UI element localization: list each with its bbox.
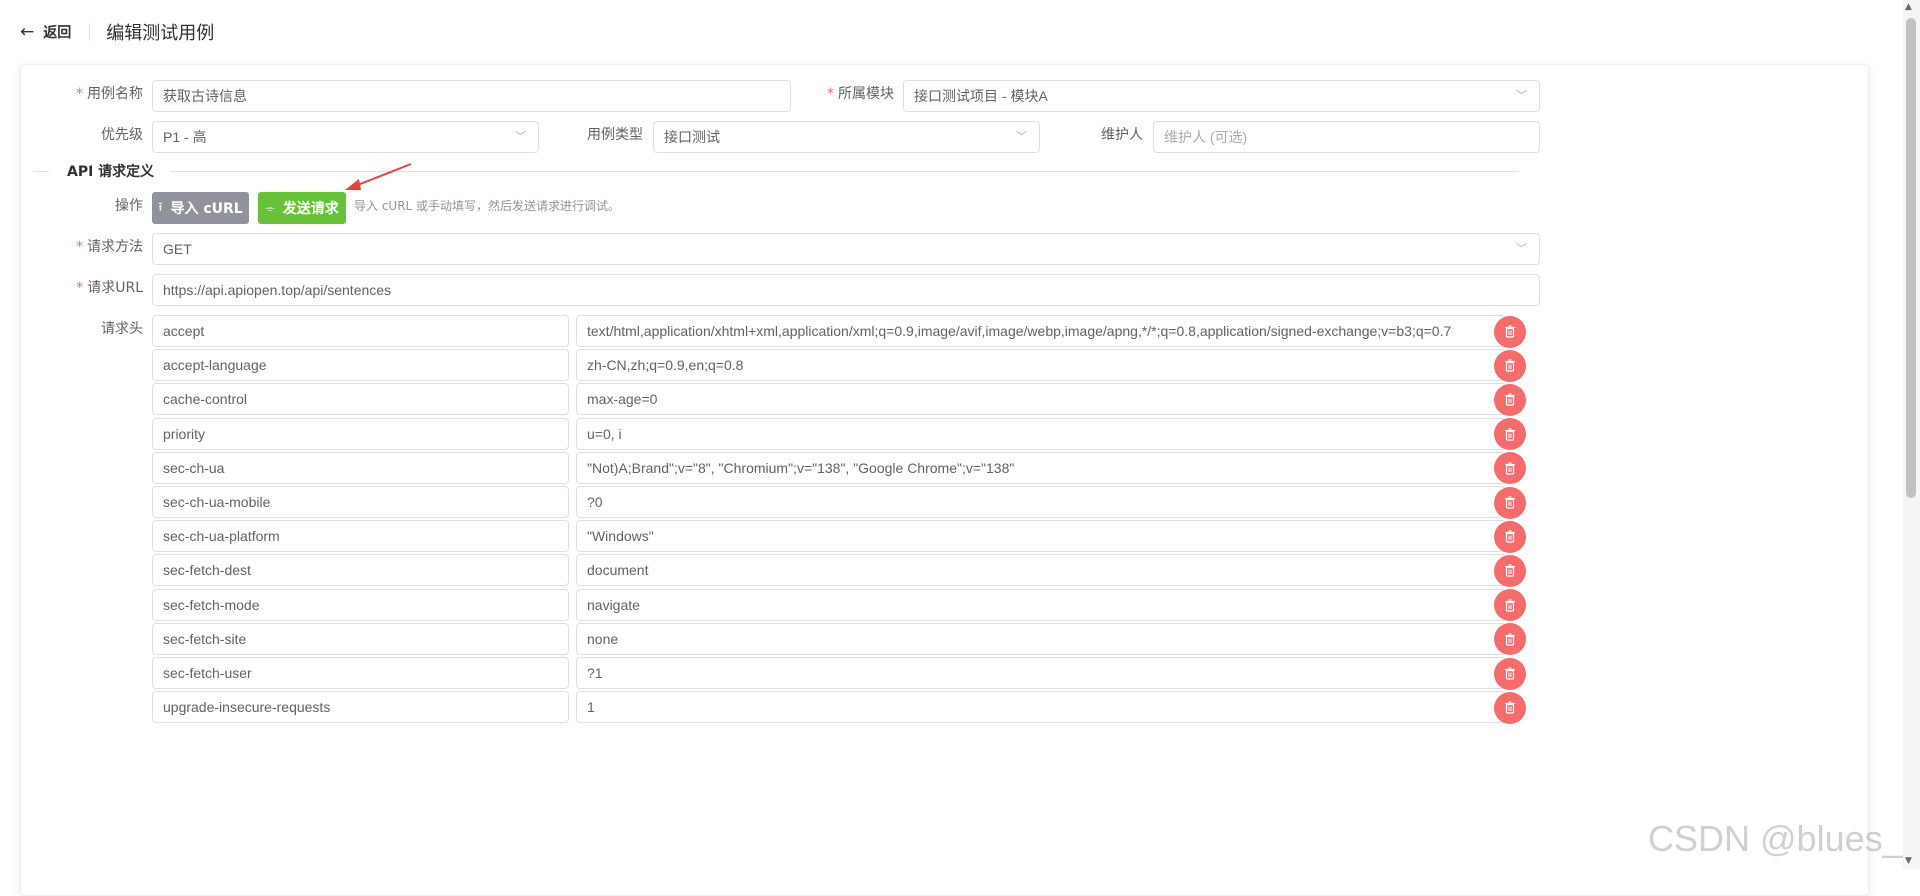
page-header: ← 返回 编辑测试用例 [0, 0, 1890, 64]
chevron-down-icon: ﹀ [1516, 243, 1527, 255]
header-value-input[interactable]: 1 [576, 691, 1506, 724]
header-value-input[interactable]: navigate [576, 588, 1506, 621]
arrow-shaft [354, 163, 412, 187]
header-key-input[interactable]: sec-ch-ua-platform [152, 520, 569, 553]
header-key-input[interactable]: accept [152, 315, 569, 347]
header-value-input[interactable]: text/html,application/xhtml+xml,applicat… [576, 315, 1506, 347]
watermark: CSDN @blues_C [1648, 818, 1920, 859]
trash-icon [1504, 462, 1516, 475]
delete-header-button[interactable] [1494, 657, 1526, 690]
header-value-input[interactable]: "Windows" [576, 520, 1506, 553]
priority-label: 优先级 [101, 127, 143, 143]
arrow-left-icon: ← [20, 22, 35, 42]
delete-header-button[interactable] [1494, 486, 1526, 519]
delete-header-button[interactable] [1494, 520, 1526, 553]
case-name-input[interactable]: 获取古诗信息 [152, 80, 791, 112]
priority-select[interactable]: P1 - 高 ﹀ [152, 121, 539, 153]
header-key-input[interactable]: sec-fetch-dest [152, 554, 569, 587]
ops-label: 操作 [115, 198, 143, 214]
headers-label: 请求头 [101, 321, 143, 337]
chevron-down-icon: ﹀ [1016, 131, 1027, 143]
header-value-input[interactable]: ?1 [576, 657, 1506, 689]
module-label: * 所属模块 [827, 86, 894, 102]
import-curl-label: 导入 cURL [170, 201, 243, 217]
trash-icon [1504, 393, 1516, 406]
header-key-input[interactable]: sec-fetch-mode [152, 588, 569, 621]
header-key-input[interactable]: sec-ch-ua-mobile [152, 486, 569, 518]
trash-icon [1504, 701, 1516, 714]
header-value-input[interactable]: max-age=0 [576, 383, 1506, 416]
module-select[interactable]: 接口测试项目 - 模块A ﹀ [903, 80, 1540, 112]
case-type-select[interactable]: 接口测试 ﹀ [653, 121, 1040, 153]
priority-select-value: P1 - 高 [163, 129, 207, 145]
delete-header-button[interactable] [1494, 418, 1526, 451]
chevron-down-icon: ﹀ [515, 131, 526, 143]
header-value-input[interactable]: "Not)A;Brand";v="8", "Chromium";v="138",… [576, 451, 1506, 484]
trash-icon [1504, 598, 1516, 612]
scroll-up-icon[interactable]: ▲ [1905, 2, 1912, 12]
header-key-input[interactable]: cache-control [152, 383, 569, 416]
required-mark: * [76, 239, 83, 255]
method-select-value: GET [163, 241, 192, 257]
delete-header-button[interactable] [1494, 315, 1526, 348]
chevron-down-icon: ﹀ [1516, 90, 1527, 102]
required-mark: * [76, 280, 84, 296]
arrow-head [345, 179, 361, 190]
delete-header-button[interactable] [1494, 383, 1526, 416]
annotation-arrow-icon [345, 163, 412, 190]
delete-header-button[interactable] [1494, 589, 1526, 622]
send-request-label: 发送请求 [282, 201, 339, 217]
header-value-input[interactable]: document [576, 554, 1506, 587]
delete-header-button[interactable] [1494, 349, 1526, 382]
header-key-input[interactable]: sec-ch-ua [152, 451, 569, 484]
trash-icon [1504, 564, 1516, 577]
trash-icon [1504, 325, 1516, 338]
delete-header-button[interactable] [1494, 452, 1526, 485]
page-title: 编辑测试用例 [106, 23, 215, 44]
scroll-down-icon[interactable]: ▼ [1905, 856, 1912, 866]
header-key-input[interactable]: accept-language [152, 349, 569, 382]
case-type-select-value: 接口测试 [664, 129, 720, 145]
scrollbar-thumb[interactable] [1906, 18, 1916, 498]
upload-icon: ⭱ [158, 199, 163, 214]
api-section-title: API 请求定义 [51, 162, 171, 182]
section-divider-left [33, 171, 49, 172]
case-name-label: * 用例名称 [76, 86, 143, 102]
header-value-input[interactable]: u=0, i [576, 417, 1506, 450]
trash-icon [1504, 667, 1516, 680]
method-select[interactable]: GET ﹀ [152, 233, 1540, 265]
trash-icon [1504, 633, 1516, 646]
header-divider [89, 23, 91, 41]
url-input[interactable]: https://api.apiopen.top/api/sentences [152, 274, 1540, 306]
delete-header-button[interactable] [1494, 623, 1526, 656]
back-label: 返回 [43, 25, 72, 41]
delete-header-button[interactable] [1494, 691, 1526, 724]
import-curl-button[interactable]: ⭱ 导入 cURL [152, 192, 249, 224]
trash-icon [1504, 427, 1516, 441]
header-key-input[interactable]: sec-fetch-site [152, 622, 569, 655]
required-mark: * [827, 86, 834, 102]
header-value-input[interactable]: zh-CN,zh;q=0.9,en;q=0.8 [576, 349, 1506, 382]
maintainer-input[interactable]: 维护人 (可选) [1153, 121, 1540, 153]
delete-header-button[interactable] [1494, 554, 1526, 587]
form-card: * 用例名称 获取古诗信息 * 所属模块 接口测试项目 - 模块A ﹀ 优先级 P1… [20, 64, 1869, 896]
header-key-input[interactable]: upgrade-insecure-requests [152, 691, 569, 724]
header-value-input[interactable]: ?0 [576, 486, 1506, 518]
method-label: * 请求方法 [76, 239, 143, 255]
trash-icon [1504, 530, 1516, 543]
header-key-input[interactable]: sec-fetch-user [152, 657, 569, 689]
required-mark: * [76, 86, 83, 102]
back-button[interactable]: ← 返回 [20, 22, 71, 42]
header-key-input[interactable]: priority [152, 417, 569, 450]
module-select-value: 接口测试项目 - 模块A [914, 88, 1048, 104]
send-icon: ⌯ [265, 200, 275, 215]
trash-icon [1504, 496, 1516, 509]
trash-icon [1504, 359, 1516, 372]
url-label: * 请求URL [76, 280, 143, 296]
send-request-button[interactable]: ⌯ 发送请求 [258, 192, 346, 224]
case-type-label: 用例类型 [587, 127, 643, 143]
maintainer-label: 维护人 [1101, 127, 1143, 143]
header-value-input[interactable]: none [576, 622, 1506, 655]
